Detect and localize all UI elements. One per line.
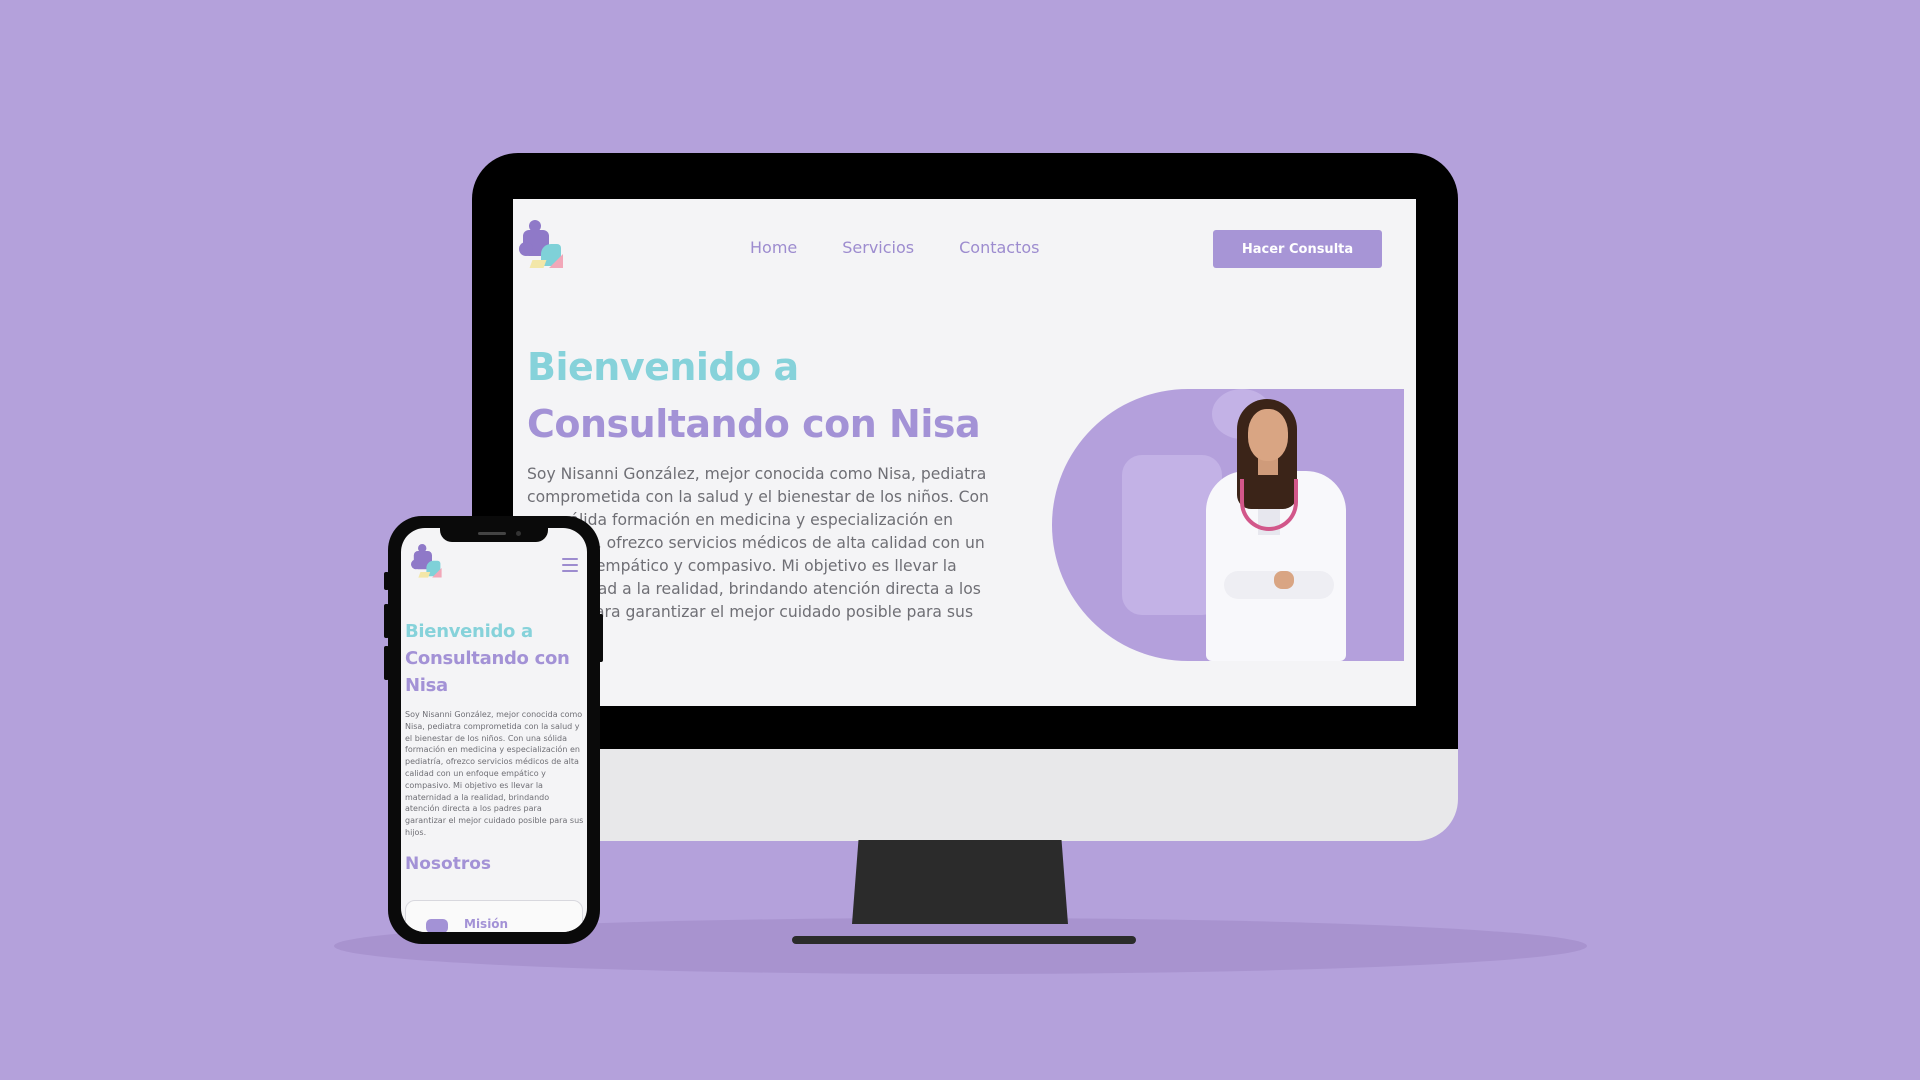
nav-contactos[interactable]: Contactos bbox=[959, 238, 1039, 257]
main-nav: Home Servicios Contactos bbox=[750, 238, 1039, 257]
mobile-hero-title: Bienvenido a Consultando con Nisa bbox=[405, 618, 585, 699]
hamburger-menu-icon[interactable] bbox=[562, 558, 578, 572]
monitor-stand bbox=[852, 840, 1068, 924]
site-logo-icon[interactable] bbox=[519, 220, 567, 272]
phone-power-button bbox=[598, 614, 603, 662]
desktop-website-screen: Home Servicios Contactos Hacer Consulta … bbox=[513, 199, 1416, 706]
hero-title-line2: Consultando con Nisa bbox=[527, 402, 981, 446]
hero-title: Bienvenido a Consultando con Nisa bbox=[527, 339, 981, 453]
hacer-consulta-button[interactable]: Hacer Consulta bbox=[1213, 230, 1382, 268]
phone-speaker bbox=[478, 532, 506, 535]
mobile-hero-description: Soy Nisanni González, mejor conocida com… bbox=[405, 710, 584, 837]
phone-volume-down-button bbox=[384, 646, 389, 680]
phone-volume-up-button bbox=[384, 604, 389, 638]
mision-label: Misión bbox=[464, 917, 509, 931]
phone-notch bbox=[440, 526, 548, 542]
monitor-stand-base bbox=[792, 936, 1136, 944]
monitor-chin bbox=[472, 749, 1458, 841]
mobile-hero-title-line1: Bienvenido a bbox=[405, 621, 533, 642]
doctor-portrait-image bbox=[1052, 389, 1404, 661]
nav-home[interactable]: Home bbox=[750, 238, 797, 257]
nav-servicios[interactable]: Servicios bbox=[842, 238, 914, 257]
hero-title-line1: Bienvenido a bbox=[527, 345, 799, 389]
puzzle-knob bbox=[1122, 529, 1177, 584]
phone-mute-button bbox=[384, 572, 389, 590]
nosotros-heading: Nosotros bbox=[405, 854, 492, 874]
mobile-logo-icon[interactable] bbox=[411, 544, 445, 580]
mision-card[interactable]: Misión bbox=[405, 900, 583, 932]
phone-camera bbox=[516, 531, 521, 536]
mobile-hero-title-line2: Consultando con Nisa bbox=[405, 648, 570, 696]
doctor-figure bbox=[1202, 395, 1372, 661]
puzzle-icon bbox=[426, 919, 448, 932]
mobile-website-screen: Bienvenido a Consultando con Nisa Soy Ni… bbox=[401, 528, 587, 932]
